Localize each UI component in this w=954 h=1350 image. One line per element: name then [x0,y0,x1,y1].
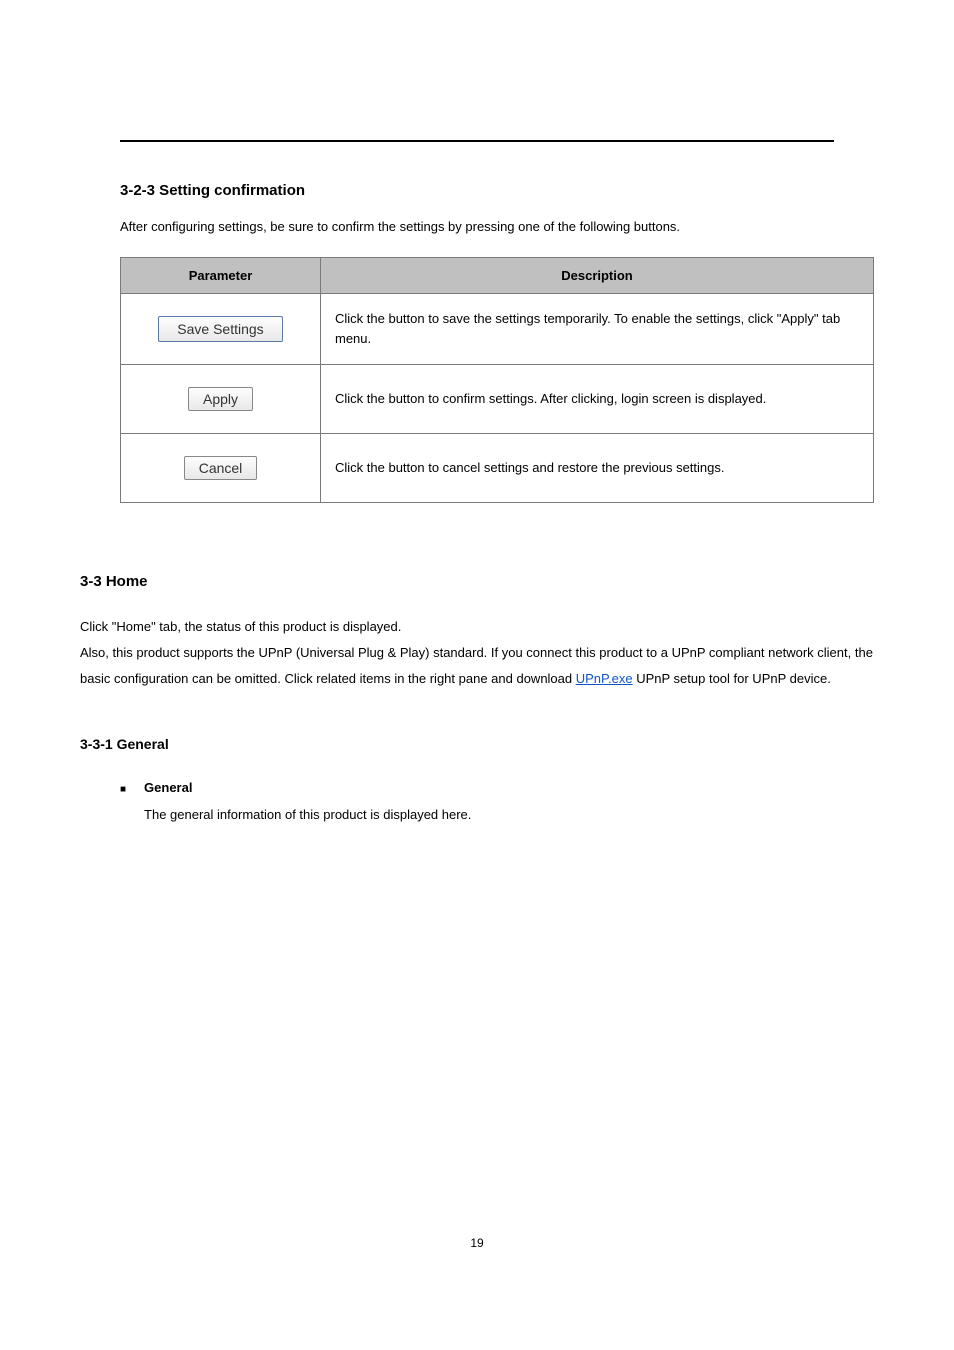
page-number: 19 [0,1236,954,1250]
bullet-desc: The general information of this product … [144,803,471,826]
settings-buttons-table: Parameter Description Save Settings Clic… [120,257,874,503]
chapter-heading: 3-3 Home [80,573,874,590]
table-row: Cancel Click the button to cancel settin… [121,433,874,502]
apply-button[interactable]: Apply [188,387,253,411]
table-row: Apply Click the button to confirm settin… [121,364,874,433]
save-settings-button[interactable]: Save Settings [158,316,282,342]
section-divider [120,140,834,142]
cancel-desc: Click the button to cancel settings and … [321,433,874,502]
upnp-link[interactable]: UPnP.exe [576,671,633,686]
chapter-body-post: UPnP setup tool for UPnP device. [633,671,831,686]
section-desc: After configuring settings, be sure to c… [120,217,834,237]
bullet-item-general: ■ General The general information of thi… [120,776,874,827]
bullet-label: General [144,776,471,799]
chapter-body: Click "Home" tab, the status of this pro… [80,614,874,692]
sub-heading: 3-3-1 General [80,736,874,752]
apply-desc: Click the button to confirm settings. Af… [321,364,874,433]
square-bullet-icon: ■ [120,781,126,799]
table-header-parameter: Parameter [121,257,321,293]
section-title: 3-2-3 Setting confirmation [120,182,834,199]
table-header-description: Description [321,257,874,293]
table-row: Save Settings Click the button to save t… [121,293,874,364]
cancel-button[interactable]: Cancel [184,456,258,480]
save-settings-desc: Click the button to save the settings te… [321,293,874,364]
